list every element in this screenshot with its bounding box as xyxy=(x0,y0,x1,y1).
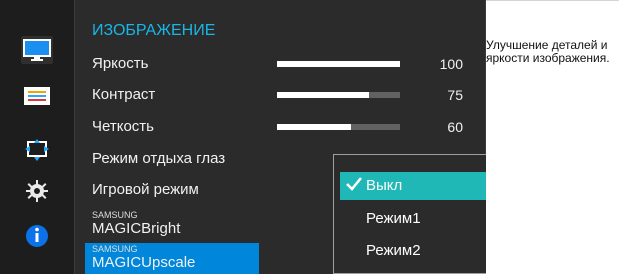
sharpness-slider-fill xyxy=(277,124,351,130)
dropdown-option-label: Выкл xyxy=(366,177,403,194)
contrast-slider[interactable] xyxy=(277,92,400,98)
menu-row-brightness[interactable]: Яркость 100 xyxy=(75,50,485,78)
settings-bars-icon[interactable] xyxy=(21,82,53,110)
menu-row-sharpness[interactable]: Четкость 60 xyxy=(75,113,485,141)
screen-size-icon[interactable] xyxy=(21,136,53,164)
magic-suffix-label: Upscale xyxy=(141,254,196,271)
brightness-slider-fill xyxy=(277,61,400,67)
magic-upscale-label: SAMSUNG MAGICUpscale xyxy=(92,245,195,271)
magic-bright-label: SAMSUNG MAGICBright xyxy=(92,211,180,237)
samsung-small-label: SAMSUNG xyxy=(92,244,138,254)
monitor-icon[interactable] xyxy=(21,36,53,64)
magic-main-label: MAGIC xyxy=(92,254,142,271)
brightness-label: Яркость xyxy=(92,55,149,72)
menu-title: ИЗОБРАЖЕНИЕ xyxy=(92,22,216,39)
osd-screen: ИЗОБРАЖЕНИЕ Яркость 100 Контраст 75 Четк… xyxy=(0,0,619,274)
magic-suffix-label: Bright xyxy=(141,220,181,237)
eye-saver-label: Режим отдыха глаз xyxy=(92,150,226,167)
magic-main-label: MAGIC xyxy=(92,220,142,237)
menu-row-contrast[interactable]: Контраст 75 xyxy=(75,81,485,109)
contrast-value: 75 xyxy=(447,87,463,103)
help-text: Улучшение деталей и яркости изображения. xyxy=(486,38,610,65)
brightness-slider[interactable] xyxy=(277,61,400,67)
left-icon-rail xyxy=(0,0,74,274)
help-panel: Улучшение деталей и яркости изображения. xyxy=(486,0,619,274)
info-icon[interactable] xyxy=(21,222,53,250)
sharpness-value: 60 xyxy=(447,119,463,135)
samsung-small-label: SAMSUNG xyxy=(92,210,138,220)
dropdown-option-label: Режим1 xyxy=(366,210,421,227)
sharpness-label: Четкость xyxy=(92,118,154,135)
picture-menu-panel: ИЗОБРАЖЕНИЕ Яркость 100 Контраст 75 Четк… xyxy=(74,0,547,274)
sharpness-slider[interactable] xyxy=(277,124,400,130)
dropdown-option-label: Режим2 xyxy=(366,242,421,259)
contrast-label: Контраст xyxy=(92,86,156,103)
contrast-slider-fill xyxy=(277,92,370,98)
brightness-value: 100 xyxy=(439,56,463,72)
gear-icon[interactable] xyxy=(21,177,53,205)
game-mode-label: Игровой режим xyxy=(92,181,199,198)
check-icon xyxy=(345,175,363,193)
